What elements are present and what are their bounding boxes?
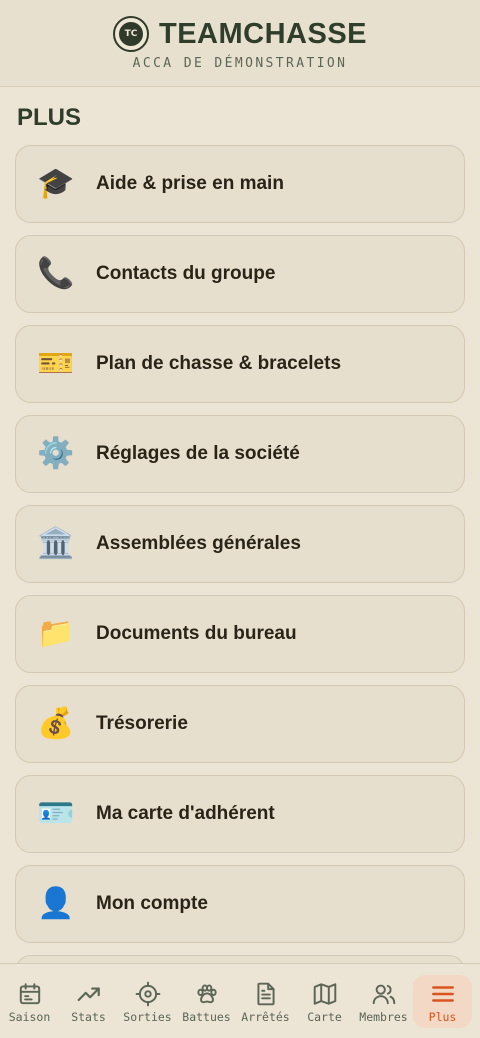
menu-item-label: Réglages de la société: [96, 443, 300, 464]
nav-item-carte[interactable]: Carte: [295, 975, 354, 1028]
menu-item-label: Mon compte: [96, 893, 208, 914]
menu-item-documents[interactable]: 📁 Documents du bureau: [15, 595, 465, 673]
menu-item-label: Documents du bureau: [96, 623, 297, 644]
logo-icon: TC: [112, 16, 149, 52]
menu-item-reglages[interactable]: ⚙️ Réglages de la société: [15, 415, 465, 493]
menu-item-tresorerie[interactable]: 💰 Trésorerie: [15, 685, 465, 763]
phone-icon: 📞: [37, 256, 75, 291]
nav-label: Sorties: [123, 1010, 172, 1024]
menu-item-mon-compte[interactable]: 👤 Mon compte: [15, 865, 465, 943]
paw-icon: [196, 984, 217, 1004]
bottom-nav: Saison Stats Sorties Battues Arrêtés Car…: [0, 963, 480, 1038]
nav-item-saison[interactable]: Saison: [0, 975, 59, 1028]
nav-item-sorties[interactable]: Sorties: [118, 975, 177, 1028]
page-title: PLUS: [17, 104, 82, 131]
menu-item-plan-chasse[interactable]: 🎫 Plan de chasse & bracelets: [15, 325, 465, 403]
menu-item-assemblees[interactable]: 🏛️ Assemblées générales: [15, 505, 465, 583]
nav-label: Membres: [359, 1010, 408, 1024]
nav-label: Plus: [428, 1010, 457, 1024]
users-icon: [372, 984, 395, 1005]
gear-icon: ⚙️: [37, 436, 75, 471]
menu-item-contacts[interactable]: 📞 Contacts du groupe: [15, 235, 465, 313]
nav-item-plus[interactable]: Plus: [413, 975, 472, 1028]
map-icon: [313, 983, 336, 1005]
app-root: TC TEAMCHASSE ACCA DE DÉMONSTRATION PLUS…: [0, 0, 480, 1038]
menu-item-label: Ma carte d'adhérent: [96, 803, 275, 824]
graduation-cap-icon: 🎓: [37, 166, 75, 201]
nav-label: Saison: [8, 1010, 51, 1024]
menu-item-label: Contacts du groupe: [96, 263, 276, 284]
brand: TC TEAMCHASSE: [0, 16, 480, 52]
document-icon: [256, 982, 275, 1006]
money-bag-icon: 💰: [37, 706, 75, 741]
menu-item-label: Trésorerie: [96, 713, 188, 734]
classical-building-icon: 🏛️: [37, 526, 75, 561]
menu-item-label: Assemblées générales: [96, 533, 301, 554]
menu-list: 🎓 Aide & prise en main 📞 Contacts du gro…: [15, 145, 465, 1007]
menu-item-aide[interactable]: 🎓 Aide & prise en main: [15, 145, 465, 223]
id-card-icon: 🪪: [37, 796, 75, 831]
crosshair-icon: [135, 981, 160, 1007]
menu-item-label: Aide & prise en main: [96, 173, 284, 194]
menu-icon: [431, 986, 454, 1002]
ticket-icon: 🎫: [37, 346, 75, 381]
nav-label: Arrêtés: [241, 1010, 290, 1024]
folder-icon: 📁: [37, 616, 75, 651]
menu-item-carte-adherent[interactable]: 🪪 Ma carte d'adhérent: [15, 775, 465, 853]
app-title: TEAMCHASSE: [158, 17, 367, 50]
app-header: TC TEAMCHASSE ACCA DE DÉMONSTRATION: [0, 0, 480, 87]
trending-up-icon: [77, 987, 100, 1002]
logo-text: TC: [118, 22, 143, 46]
nav-item-battues[interactable]: Battues: [177, 975, 236, 1028]
user-icon: 👤: [37, 886, 75, 921]
menu-item-label: Plan de chasse & bracelets: [96, 353, 342, 374]
nav-item-stats[interactable]: Stats: [59, 975, 118, 1028]
app-subtitle: ACCA DE DÉMONSTRATION: [132, 56, 348, 71]
nav-item-membres[interactable]: Membres: [354, 975, 413, 1028]
nav-item-arretes[interactable]: Arrêtés: [236, 975, 295, 1028]
calendar-icon: [19, 983, 40, 1005]
nav-label: Battues: [182, 1010, 231, 1024]
nav-label: Stats: [71, 1010, 106, 1024]
nav-label: Carte: [307, 1010, 342, 1024]
